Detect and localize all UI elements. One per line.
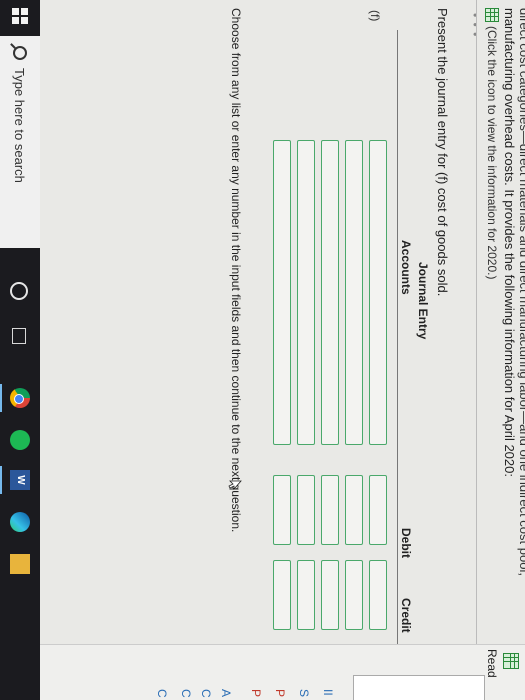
side-char: C bbox=[199, 689, 213, 698]
search-placeholder: Type here to search bbox=[12, 68, 28, 183]
word-icon[interactable]: W bbox=[10, 470, 30, 490]
task-view-icon[interactable] bbox=[12, 328, 26, 344]
search-icon bbox=[13, 46, 27, 60]
click-note-row[interactable]: (Click the icon to view the information … bbox=[485, 8, 499, 279]
click-note-text: (Click the icon to view the information … bbox=[485, 26, 499, 280]
side-char: C bbox=[179, 689, 193, 698]
row-label: (f) bbox=[368, 10, 382, 22]
credit-field-4[interactable] bbox=[297, 560, 315, 630]
table-grid-icon[interactable] bbox=[485, 8, 499, 22]
account-field-2[interactable] bbox=[345, 140, 363, 445]
windows-start-icon[interactable] bbox=[12, 8, 28, 24]
credit-field-3[interactable] bbox=[321, 560, 339, 630]
header-info-line: manufacturing overhead costs. It provide… bbox=[502, 8, 517, 477]
account-field-1[interactable] bbox=[369, 140, 387, 445]
debit-field-3[interactable] bbox=[321, 475, 339, 545]
header-rule bbox=[397, 30, 398, 650]
account-field-4[interactable] bbox=[297, 140, 315, 445]
active-app-indicator bbox=[0, 384, 2, 412]
chrome-icon[interactable] bbox=[10, 388, 30, 408]
side-char: P bbox=[249, 689, 263, 698]
debit-field-2[interactable] bbox=[345, 475, 363, 545]
windows-taskbar: Type here to search W bbox=[0, 0, 40, 700]
spotify-icon[interactable] bbox=[10, 430, 30, 450]
journal-entry-title: Journal Entry bbox=[416, 262, 430, 340]
credit-field-1[interactable] bbox=[369, 560, 387, 630]
credit-field-2[interactable] bbox=[345, 560, 363, 630]
side-char: II bbox=[321, 689, 335, 696]
debit-field-5[interactable] bbox=[273, 475, 291, 545]
side-char: P bbox=[273, 689, 287, 698]
side-char: A bbox=[219, 689, 233, 698]
credit-field-5[interactable] bbox=[273, 560, 291, 630]
edge-icon[interactable] bbox=[10, 512, 30, 532]
right-side-panel: Read II S P P A C C C bbox=[0, 644, 525, 700]
right-panel-box bbox=[353, 675, 485, 700]
debit-field-4[interactable] bbox=[297, 475, 315, 545]
file-explorer-icon[interactable] bbox=[10, 554, 30, 574]
divider bbox=[476, 0, 477, 690]
credit-header: Credit bbox=[399, 598, 413, 633]
expand-dots[interactable]: • • • bbox=[468, 13, 482, 37]
accounts-header: Accounts bbox=[399, 240, 413, 295]
account-field-3[interactable] bbox=[321, 140, 339, 445]
side-char: C bbox=[155, 689, 169, 698]
mouse-pointer-icon bbox=[228, 480, 242, 490]
table-grid-icon-right[interactable] bbox=[503, 653, 519, 669]
debit-field-1[interactable] bbox=[369, 475, 387, 545]
side-char: S bbox=[297, 689, 311, 698]
question-prompt: Present the journal entry for (f) cost o… bbox=[435, 8, 450, 297]
instruction-text: Choose from any list or enter any number… bbox=[229, 8, 243, 533]
cortana-icon[interactable] bbox=[10, 282, 28, 300]
header-cut-line: direct cost categories—direct materials … bbox=[517, 8, 525, 576]
account-field-5[interactable] bbox=[273, 140, 291, 445]
photographed-screen: direct cost categories—direct materials … bbox=[0, 0, 525, 700]
read-label[interactable]: Read bbox=[485, 649, 499, 678]
debit-header: Debit bbox=[399, 528, 413, 558]
taskbar-search-box[interactable]: Type here to search bbox=[0, 36, 40, 248]
active-app-indicator bbox=[0, 466, 2, 494]
